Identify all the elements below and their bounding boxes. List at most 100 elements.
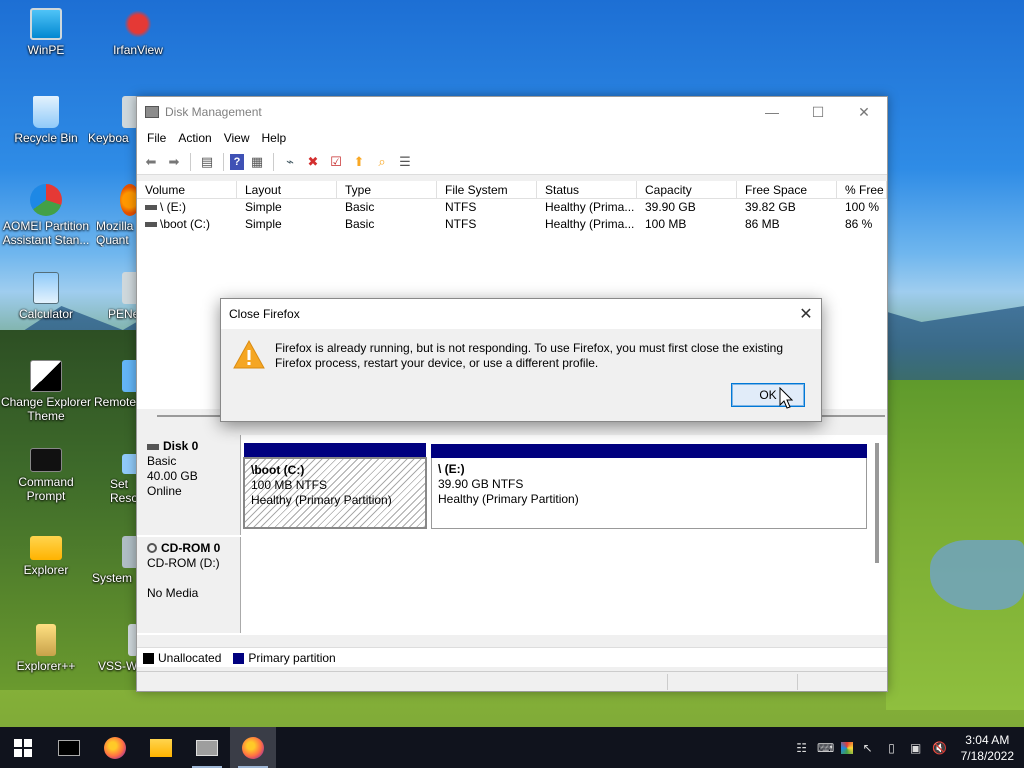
disk-drive-icon (147, 444, 159, 450)
status-bar (137, 671, 887, 691)
table-row[interactable]: \ (E:) Simple Basic NTFS Healthy (Prima.… (137, 199, 887, 216)
menu-help[interactable]: Help (256, 131, 293, 145)
col-percent-free[interactable]: % Free (837, 181, 887, 198)
color-palette-icon[interactable] (840, 741, 853, 754)
taskbar-explorer[interactable] (138, 727, 184, 768)
taskbar: ☷ ⌨ ↖ ▯ ▣ 🔇 3:04 AM 7/18/2022 (0, 727, 1024, 768)
col-volume[interactable]: Volume (137, 181, 237, 198)
explorerpp-icon (36, 624, 56, 656)
network-icon[interactable]: ▣ (907, 739, 925, 757)
system-tray: ☷ ⌨ ↖ ▯ ▣ 🔇 3:04 AM 7/18/2022 (793, 732, 1024, 764)
window-titlebar[interactable]: Disk Management — ☐ ✕ (137, 97, 887, 127)
dialog-message: Firefox is already running, but is not r… (275, 341, 784, 370)
calculator-icon (33, 272, 59, 304)
warning-icon (233, 339, 265, 369)
cdrom0-label[interactable]: CD-ROM 0 CD-ROM (D:) No Media (137, 537, 241, 633)
network-share-icon[interactable]: ☷ (793, 739, 811, 757)
close-icon[interactable]: ✕ (841, 97, 887, 127)
start-button[interactable] (0, 727, 46, 768)
search-folder-icon[interactable]: ⌕ (372, 152, 392, 172)
disk-pane-scrollbar[interactable] (875, 443, 879, 563)
drive-icon (145, 222, 157, 228)
desktop-icon-keyboard[interactable]: Keyboa (88, 96, 138, 145)
forward-arrow-icon[interactable]: ➡ (164, 152, 184, 172)
desktop-icon-remote[interactable]: Remote (94, 360, 140, 409)
settings-list-icon[interactable]: ☰ (395, 152, 415, 172)
cursor-icon[interactable]: ↖ (859, 739, 877, 757)
maximize-icon[interactable]: ☐ (795, 97, 841, 127)
legend-unallocated: Unallocated (143, 651, 221, 665)
check-properties-icon[interactable]: ☑ (326, 152, 346, 172)
recycle-bin-icon (33, 96, 59, 128)
volume-muted-icon[interactable]: 🔇 (931, 739, 949, 757)
properties-grid-icon[interactable]: ▦ (247, 152, 267, 172)
show-hide-console-tree-icon[interactable]: ▤ (197, 152, 217, 172)
desktop-icon-winpe[interactable]: WinPE (3, 8, 89, 57)
disk-layout-pane: Disk 0 Basic 40.00 GB Online \boot (C:) … (137, 435, 887, 635)
col-layout[interactable]: Layout (237, 181, 337, 198)
close-firefox-dialog: Close Firefox ✕ Firefox is already runni… (220, 298, 822, 422)
col-free-space[interactable]: Free Space (737, 181, 837, 198)
desktop-icon-system[interactable]: System (92, 536, 140, 585)
desktop-icon-command-prompt[interactable]: Command Prompt (3, 448, 89, 503)
taskbar-command-prompt[interactable] (46, 727, 92, 768)
menu-action[interactable]: Action (172, 131, 217, 145)
legend: Unallocated Primary partition (137, 647, 887, 667)
windows-logo-icon (14, 738, 32, 757)
folder-up-icon[interactable]: ⬆ (349, 152, 369, 172)
irfanview-cat-icon (122, 8, 154, 40)
clock-date: 7/18/2022 (960, 748, 1014, 763)
desktop-icon-explorerpp[interactable]: Explorer++ (3, 624, 89, 673)
ok-button[interactable]: OK (731, 383, 805, 407)
desktop-icon-calculator[interactable]: Calculator (3, 272, 89, 321)
disk0-label[interactable]: Disk 0 Basic 40.00 GB Online (137, 435, 241, 535)
toolbar: ⬅ ➡ ▤ ? ▦ ⌁ ✖ ☑ ⬆ ⌕ ☰ (137, 149, 887, 175)
firefox-icon (104, 736, 126, 759)
keyboard-icon[interactable]: ⌨ (817, 739, 835, 757)
menu-bar: File Action View Help (137, 127, 887, 149)
window-title: Disk Management (165, 105, 262, 119)
minimize-icon[interactable]: — (749, 97, 795, 127)
desktop-icon-explorer[interactable]: Explorer (3, 536, 89, 577)
help-icon[interactable]: ? (230, 153, 244, 170)
desktop-icon-aomei[interactable]: AOMEI Partition Assistant Stan... (0, 184, 92, 247)
col-file-system[interactable]: File System (437, 181, 537, 198)
menu-view[interactable]: View (218, 131, 256, 145)
taskbar-disk-management[interactable] (184, 727, 230, 768)
col-type[interactable]: Type (337, 181, 437, 198)
delete-icon[interactable]: ✖ (303, 152, 323, 172)
close-icon[interactable]: ✕ (791, 304, 821, 324)
volume-list-header: Volume Layout Type File System Status Ca… (137, 181, 887, 199)
connect-disk-icon[interactable]: ⌁ (280, 152, 300, 172)
unallocated-swatch (143, 652, 154, 664)
disk-management-icon (196, 739, 218, 756)
desktop-icon-mozilla[interactable]: Mozilla Quant (96, 184, 140, 247)
back-arrow-icon[interactable]: ⬅ (141, 152, 161, 172)
desktop-icon-change-explorer-theme[interactable]: Change Explorer Theme (0, 360, 92, 423)
desktop-icon-irfanview[interactable]: IrfanView (95, 8, 181, 57)
monitor-icon (30, 8, 62, 40)
table-row[interactable]: \boot (C:) Simple Basic NTFS Healthy (Pr… (137, 216, 887, 233)
col-capacity[interactable]: Capacity (637, 181, 737, 198)
aomei-partition-icon (30, 184, 62, 216)
dialog-titlebar[interactable]: Close Firefox ✕ (221, 299, 821, 329)
clock-time: 3:04 AM (965, 732, 1010, 747)
partition-boot-c[interactable]: \boot (C:) 100 MB NTFS Healthy (Primary … (243, 443, 427, 529)
usb-drive-icon[interactable]: ▯ (883, 739, 901, 757)
cdrom-icon (147, 543, 157, 553)
firefox-icon (242, 736, 264, 759)
partition-e[interactable]: \ (E:) 39.90 GB NTFS Healthy (Primary Pa… (431, 444, 867, 529)
console-icon (30, 448, 62, 472)
clock[interactable]: 3:04 AM 7/18/2022 (961, 732, 1014, 764)
taskbar-firefox-active[interactable] (230, 727, 276, 768)
col-status[interactable]: Status (537, 181, 637, 198)
drive-icon (145, 205, 157, 211)
menu-file[interactable]: File (141, 131, 172, 145)
disk-management-app-icon (145, 106, 159, 118)
wallpaper-pond (930, 540, 1024, 610)
taskbar-firefox[interactable] (92, 727, 138, 768)
dialog-title: Close Firefox (229, 307, 300, 321)
desktop-icon-vss[interactable]: VSS-W (98, 624, 140, 673)
desktop-icon-recycle-bin[interactable]: Recycle Bin (3, 96, 89, 145)
primary-swatch (233, 652, 245, 664)
